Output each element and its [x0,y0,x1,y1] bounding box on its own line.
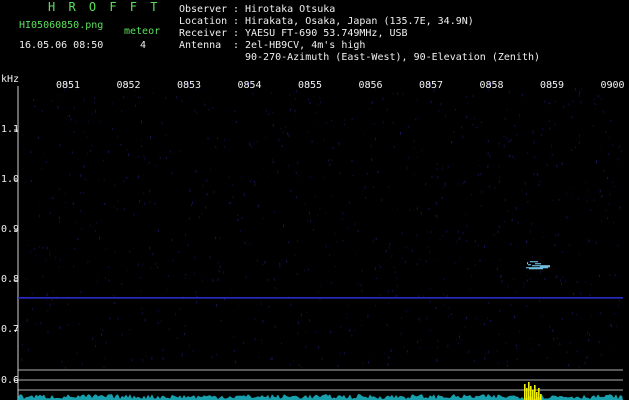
time-tick-label: 0855 [298,80,323,91]
y-axis-unit: kHz [1,74,20,85]
time-tick-label: 0853 [177,80,202,91]
spectrogram: kHz 0851 0852 0853 0854 0855 0856 0857 0858 0859… [0,0,629,400]
time-tick-label: 0854 [237,80,262,91]
time-tick-label: 0856 [358,80,383,91]
plot-background [18,86,623,400]
freq-tick-label: 1.0 [1,174,20,186]
spectrogram-plot [14,83,623,400]
time-tick-label: 0858 [479,80,504,91]
freq-tick-label: 0.7 [1,324,20,336]
time-tick-label: 0852 [116,80,141,91]
freq-tick-label: 0.6 [1,374,20,386]
freq-tick-label: 0.8 [1,274,20,286]
time-tick-label: 0859 [540,80,565,91]
time-tick-label: 0857 [419,80,444,91]
time-tick-label: 0851 [56,80,81,91]
freq-tick-label: 0.9 [1,224,20,236]
time-tick-label: 0900 [600,80,625,91]
freq-tick-label: 1.1 [1,124,20,135]
